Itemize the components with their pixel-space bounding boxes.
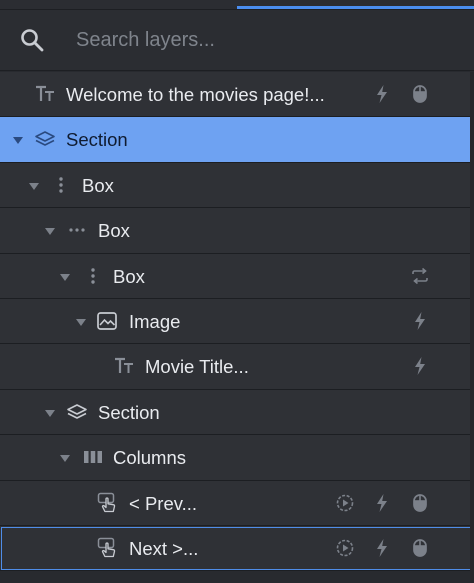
layers-tree: Welcome to the movies page!... Section Box… xyxy=(0,72,474,572)
box-horizontal-icon xyxy=(66,219,88,241)
layer-row[interactable]: Section xyxy=(0,117,474,163)
layer-row[interactable]: Movie Title... xyxy=(0,344,474,390)
text-type-icon xyxy=(113,355,135,377)
lightning-icon[interactable] xyxy=(372,84,392,104)
layer-row[interactable]: Section xyxy=(0,389,474,436)
layer-label: < Prev... xyxy=(129,492,198,514)
layer-label: Columns xyxy=(113,447,186,469)
section-layers-icon xyxy=(66,401,88,423)
button-pointer-icon xyxy=(97,537,119,559)
scrollbar-track[interactable] xyxy=(470,72,474,583)
panel-top-bar xyxy=(0,0,474,10)
expand-caret-icon[interactable] xyxy=(28,179,40,191)
text-type-icon xyxy=(34,83,56,105)
expand-caret-icon[interactable] xyxy=(59,270,71,282)
layer-row[interactable]: Image xyxy=(0,298,474,345)
mouse-icon[interactable] xyxy=(410,493,430,513)
button-pointer-icon xyxy=(97,492,119,514)
layer-label: Box xyxy=(113,265,145,287)
lightning-icon[interactable] xyxy=(372,538,392,558)
search-icon xyxy=(21,29,44,52)
layer-row[interactable]: Box xyxy=(0,208,474,254)
columns-icon xyxy=(82,446,104,468)
mouse-icon[interactable] xyxy=(410,84,430,104)
expand-caret-icon[interactable] xyxy=(59,451,71,463)
box-vertical-icon xyxy=(50,174,72,196)
layer-row[interactable]: Next >... xyxy=(0,525,474,572)
play-circle-icon[interactable] xyxy=(335,493,355,513)
box-vertical-icon xyxy=(82,265,104,287)
layer-label: Image xyxy=(129,310,181,332)
lightning-icon[interactable] xyxy=(410,311,430,331)
layer-row[interactable]: Box xyxy=(0,253,474,299)
search-bar xyxy=(0,10,474,71)
mouse-icon[interactable] xyxy=(410,538,430,558)
layer-row[interactable]: Box xyxy=(0,162,474,209)
lightning-icon[interactable] xyxy=(372,493,392,513)
layer-label: Box xyxy=(98,220,130,242)
layer-label: Movie Title... xyxy=(145,356,249,378)
repeat-icon[interactable] xyxy=(410,266,430,286)
layer-label: Section xyxy=(98,401,160,423)
layer-label: Box xyxy=(82,174,114,196)
image-icon xyxy=(96,310,118,332)
expand-caret-icon[interactable] xyxy=(75,315,87,327)
play-circle-icon[interactable] xyxy=(335,538,355,558)
layer-label: Welcome to the movies page!... xyxy=(66,84,325,105)
layer-label: Section xyxy=(66,129,128,151)
expand-caret-icon[interactable] xyxy=(44,224,56,236)
layer-row[interactable]: Columns xyxy=(0,435,474,481)
layer-row[interactable]: < Prev... xyxy=(0,480,474,526)
section-layers-icon xyxy=(34,128,56,150)
layer-row[interactable]: Welcome to the movies page!... xyxy=(0,72,474,118)
expand-caret-icon[interactable] xyxy=(44,406,56,418)
expand-caret-icon[interactable] xyxy=(12,133,24,145)
active-tab-indicator xyxy=(237,6,474,9)
lightning-icon[interactable] xyxy=(410,356,430,376)
layer-label: Next >... xyxy=(129,537,199,559)
search-input[interactable] xyxy=(76,24,456,56)
